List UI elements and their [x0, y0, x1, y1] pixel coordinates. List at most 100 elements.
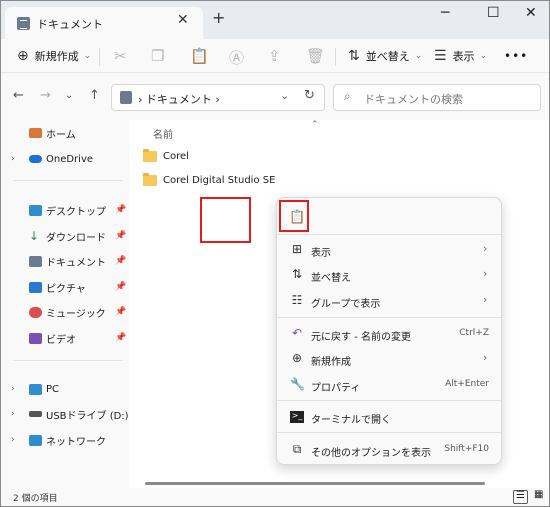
sidebar-item-documents[interactable]: ドキュメント 📌 — [1, 250, 129, 272]
pin-icon[interactable]: 📌 — [115, 333, 126, 343]
sidebar-item-network[interactable]: › ネットワーク — [1, 429, 129, 451]
view-button-label: 表示 — [452, 50, 475, 63]
sidebar-item-usb-drive[interactable]: › USBドライブ (D:) — [1, 403, 129, 425]
wrench-icon: 🔧 — [290, 377, 305, 391]
file-name: Corel Digital Studio SE — [163, 174, 276, 186]
address-bar[interactable]: › ドキュメント › ⌄ ↻ — [111, 84, 325, 111]
submenu-arrow-icon: › — [483, 267, 488, 280]
horizontal-scrollbar[interactable] — [145, 482, 485, 485]
undo-icon: ↶ — [291, 326, 303, 340]
sidebar-item-pc[interactable]: › PC — [1, 378, 129, 400]
sort-icon: ⇅ — [348, 48, 360, 64]
expand-chevron-icon[interactable]: › — [11, 409, 15, 419]
refresh-icon[interactable]: ↻ — [304, 88, 315, 103]
new-tab-button[interactable]: + — [212, 8, 225, 27]
sort-ascending-icon: ⌃ — [311, 120, 319, 130]
document-icon — [120, 91, 132, 104]
menu-divider — [277, 317, 501, 318]
menu-item-new[interactable]: ⊕ 新規作成 › — [281, 347, 499, 371]
maximize-button[interactable]: ☐ — [487, 5, 500, 21]
menu-item-shortcut: Shift+F10 — [444, 444, 489, 454]
breadcrumb-documents[interactable]: ドキュメント — [146, 93, 212, 106]
search-box[interactable]: ⌕ ドキュメントの検索 — [333, 84, 541, 111]
expand-chevron-icon[interactable]: › — [11, 435, 15, 445]
pin-icon[interactable]: 📌 — [115, 231, 126, 241]
pin-icon[interactable]: 📌 — [115, 205, 126, 215]
pin-icon[interactable]: 📌 — [115, 282, 126, 292]
navigation-pane: ホーム › OneDrive デスクトップ 📌 ↓ ダウンロード 📌 ドキュメン… — [1, 120, 129, 488]
up-arrow-icon[interactable]: ↑ — [89, 88, 100, 103]
folder-icon — [143, 148, 157, 162]
sidebar-item-music[interactable]: ミュージック 📌 — [1, 301, 129, 323]
sidebar-item-onedrive[interactable]: › OneDrive — [1, 148, 129, 170]
breadcrumb-separator: › — [215, 93, 220, 106]
sidebar-item-videos[interactable]: ビデオ 📌 — [1, 327, 129, 349]
menu-item-shortcut: Ctrl+Z — [459, 328, 489, 338]
recent-chevron-icon[interactable]: ⌄ — [65, 90, 73, 101]
details-view-button[interactable]: ☰ — [513, 490, 528, 504]
tab-close-icon[interactable]: ✕ — [177, 12, 189, 28]
menu-item-open-terminal[interactable]: >_ ターミナルで開く — [281, 405, 499, 429]
view-button[interactable]: ☰ 表示 ⌄ — [434, 45, 487, 67]
sidebar-item-desktop[interactable]: デスクトップ 📌 — [1, 199, 129, 221]
folder-icon — [143, 172, 157, 186]
menu-item-properties[interactable]: 🔧 プロパティ Alt+Enter — [281, 373, 499, 397]
usb-drive-icon — [29, 411, 42, 417]
more-options-icon: ⧉ — [292, 442, 302, 456]
delete-icon[interactable]: 🗑 — [306, 47, 325, 65]
menu-divider — [277, 234, 501, 235]
chevron-down-icon: ⌄ — [414, 51, 423, 61]
tab-label: ドキュメント — [37, 18, 103, 31]
copy-icon[interactable]: ❐ — [151, 47, 164, 65]
music-icon — [29, 306, 42, 318]
more-button[interactable]: ••• — [504, 45, 528, 67]
forward-arrow-icon[interactable]: → — [40, 88, 51, 103]
sidebar-item-pictures[interactable]: ピクチャ 📌 — [1, 276, 129, 298]
view-grid-icon: ⊞ — [291, 242, 303, 256]
command-bar: ⊕ 新規作成 ⌄ ✂ ❐ 📋 Ⓐ ⇪ 🗑 ⇅ 並べ替え ⌄ ☰ 表示 ⌄ ••• — [1, 39, 549, 73]
tiles-view-button[interactable]: ▦ — [532, 489, 547, 504]
sidebar-item-label: デスクトップ — [46, 206, 106, 218]
menu-item-label: プロパティ — [311, 383, 361, 394]
tab-documents[interactable]: ドキュメント ✕ — [5, 7, 203, 39]
expand-chevron-icon[interactable]: › — [11, 154, 15, 164]
tiles-view-icon: ▦ — [534, 489, 544, 500]
chevron-down-icon: ⌄ — [83, 51, 92, 61]
toolbar-divider — [335, 48, 336, 66]
status-bar: 2 個の項目 ☰ ▦ — [1, 488, 549, 506]
group-icon: ☷ — [291, 293, 303, 307]
menu-item-group-by[interactable]: ☷ グループで表示 › — [281, 289, 499, 313]
close-button[interactable]: ✕ — [525, 5, 537, 21]
pin-icon[interactable]: 📌 — [115, 256, 126, 266]
menu-item-more-options[interactable]: ⧉ その他のオプションを表示 Shift+F10 — [281, 438, 499, 462]
menu-item-label: 新規作成 — [311, 357, 351, 368]
menu-item-label: ターミナルで開く — [311, 415, 391, 426]
sidebar-item-label: ピクチャ — [46, 283, 86, 295]
context-menu: 📋 ⊞ 表示 › ⇅ 並べ替え › ☷ グループで表示 › ↶ 元に戻す - 名… — [276, 197, 502, 465]
cut-icon[interactable]: ✂ — [114, 47, 127, 65]
sidebar-item-label: ドキュメント — [46, 257, 106, 269]
share-icon[interactable]: ⇪ — [268, 47, 281, 65]
back-arrow-icon[interactable]: ← — [13, 88, 24, 103]
column-header-name[interactable]: 名前 — [153, 126, 173, 141]
list-item[interactable]: Corel Digital Studio SE — [143, 170, 275, 190]
menu-item-undo-rename[interactable]: ↶ 元に戻す - 名前の変更 Ctrl+Z — [281, 322, 499, 346]
minimize-button[interactable]: ─ — [441, 5, 449, 21]
expand-chevron-icon[interactable]: › — [11, 384, 15, 394]
menu-item-label: 表示 — [311, 248, 331, 259]
menu-item-sort[interactable]: ⇅ 並べ替え › — [281, 263, 499, 287]
menu-item-view[interactable]: ⊞ 表示 › — [281, 238, 499, 262]
sort-icon: ⇅ — [291, 267, 303, 281]
view-lines-icon: ☰ — [434, 48, 447, 64]
paste-icon[interactable]: 📋 — [190, 47, 209, 65]
address-dropdown-icon[interactable]: ⌄ — [280, 89, 289, 102]
cloud-icon — [29, 155, 42, 163]
new-button[interactable]: ⊕ 新規作成 ⌄ — [17, 45, 91, 67]
sort-button[interactable]: ⇅ 並べ替え ⌄ — [348, 45, 422, 67]
sidebar-item-label: ビデオ — [46, 334, 76, 346]
sidebar-item-downloads[interactable]: ↓ ダウンロード 📌 — [1, 225, 129, 247]
rename-icon[interactable]: Ⓐ — [229, 47, 244, 68]
list-item[interactable]: Corel — [143, 146, 189, 166]
pin-icon[interactable]: 📌 — [115, 307, 126, 317]
sidebar-item-home[interactable]: ホーム — [1, 122, 129, 144]
